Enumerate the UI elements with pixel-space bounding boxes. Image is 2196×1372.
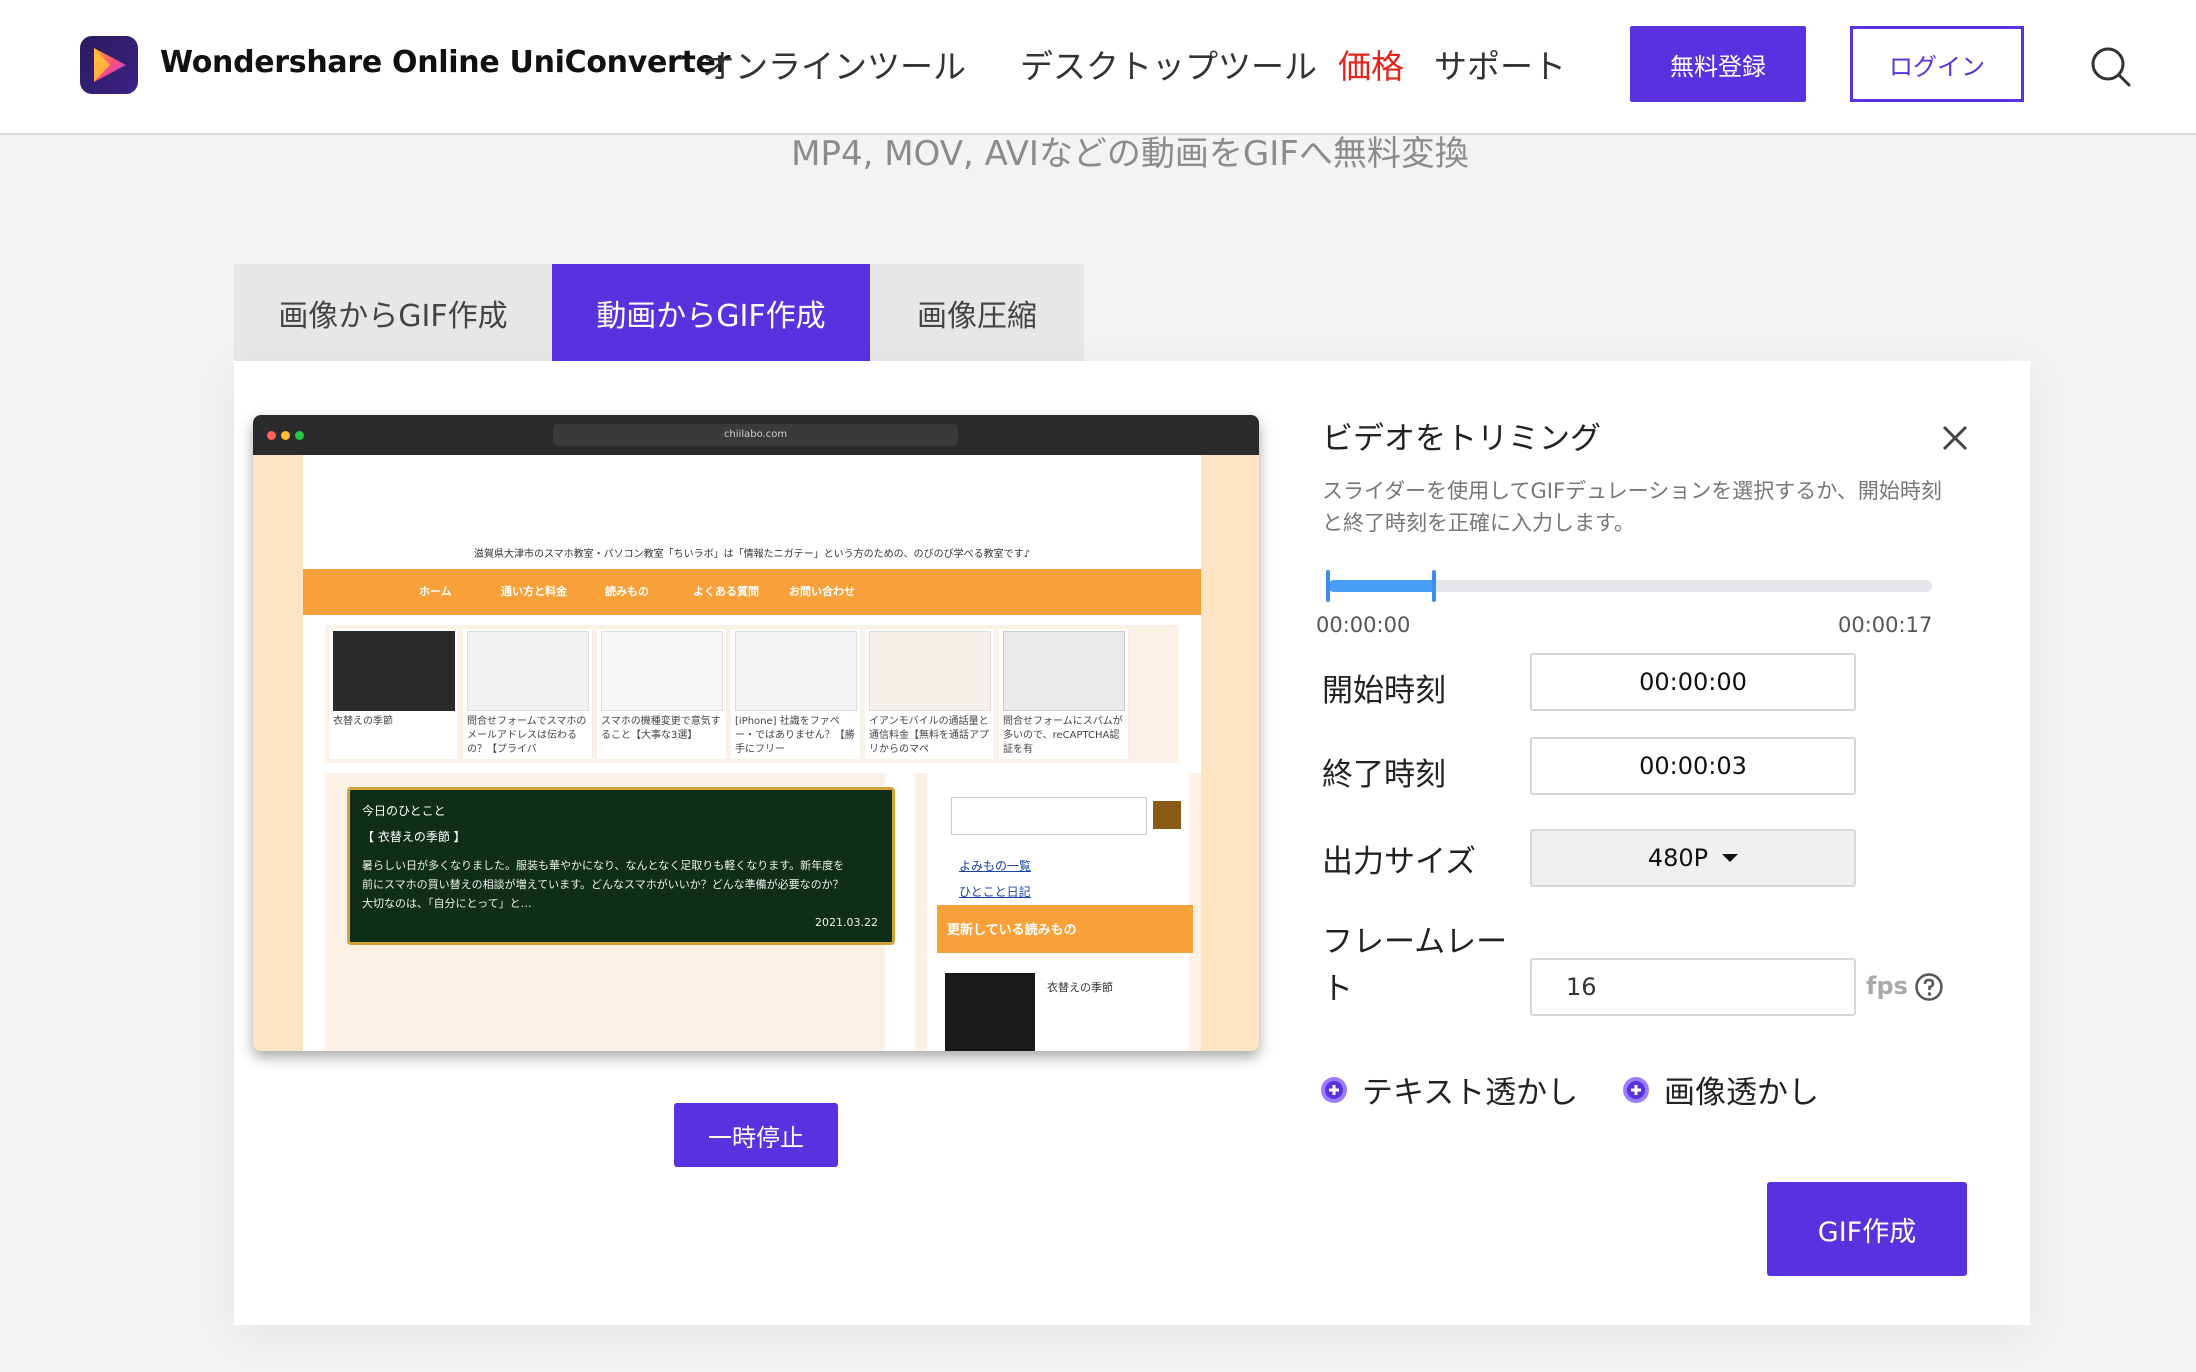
- register-button[interactable]: 無料登録: [1630, 26, 1806, 102]
- site-nav-item: よくある質問: [693, 585, 759, 598]
- nav-online-tools[interactable]: オンラインツール: [702, 40, 966, 88]
- chevron-down-icon: [1722, 854, 1739, 862]
- site-search-box: [951, 797, 1147, 835]
- top-header: Wondershare Online UniConverter オンラインツール…: [0, 0, 2196, 135]
- site-nav-item: お問い合わせ: [789, 585, 855, 598]
- text-watermark-label: テキスト透かし: [1362, 1075, 1579, 1111]
- site-thumb: [iPhone] 社識をファペー・ではありません？【勝手にフリー: [731, 629, 861, 759]
- site-sidebar: よみもの一覧 ひとこと日記 更新している読みもの 衣替えの季節: [915, 773, 1201, 1051]
- site-nav-item: 通い方と料金: [501, 585, 567, 598]
- site-link: ひとこと日記: [959, 885, 1031, 899]
- uniconverter-logo-icon[interactable]: [80, 36, 138, 94]
- start-time-label: 開始時刻: [1322, 673, 1446, 709]
- tab-image-compress[interactable]: 画像圧縮: [870, 264, 1084, 361]
- range-start-time: 00:00:00: [1316, 613, 1411, 637]
- login-button[interactable]: ログイン: [1850, 26, 2024, 102]
- site-nav-item: 読みもの: [605, 585, 649, 598]
- site-thumb-carousel: 衣替えの季節 問合せフォームでスマホのメールアドレスは伝わるの？【プライバ スマ…: [325, 625, 1179, 763]
- recorded-browser-bar: chiilabo.com: [253, 415, 1259, 455]
- site-thumb: 問合せフォームにスパムが多いので、reCAPTCHA認証を有: [999, 629, 1129, 759]
- range-end-time: 00:00:17: [1838, 613, 1933, 637]
- close-dot-icon: [267, 431, 276, 440]
- pause-button[interactable]: 一時停止: [674, 1103, 838, 1167]
- site-nav-item: ホーム: [419, 585, 452, 598]
- page-subtitle: MP4, MOV, AVIなどの動画をGIFへ無料変換: [791, 134, 1469, 174]
- text-watermark-button[interactable]: テキスト透かし: [1320, 1067, 1578, 1112]
- end-time-input[interactable]: 00:00:03: [1530, 737, 1856, 795]
- site-nav-bar: ホーム 通い方と料金 読みもの よくある質問 お問い合わせ: [303, 569, 1201, 615]
- brand-name[interactable]: Wondershare Online UniConverter: [160, 45, 730, 80]
- site-thumb: スマホの機種変更で意気すること【大事な3選】: [597, 629, 727, 759]
- help-icon[interactable]: [1914, 972, 1944, 1002]
- end-time-label: 終了時刻: [1322, 757, 1446, 793]
- output-size-label: 出力サイズ: [1322, 844, 1477, 880]
- site-daily-board: 今日のひとこと 【 衣替えの季節 】 暑らしい日が多くなりました。服装も華やかに…: [325, 773, 895, 1051]
- start-time-input[interactable]: 00:00:00: [1530, 653, 1856, 711]
- tab-video-to-gif[interactable]: 動画からGIF作成: [552, 264, 870, 361]
- nav-price[interactable]: 価格: [1338, 40, 1404, 88]
- frame-rate-label: フレームレー: [1322, 924, 1508, 960]
- minimize-dot-icon: [281, 431, 290, 440]
- converter-card: chiilabo.com 滋賀県大津市のスマホ教室・パソコン教室「ちいラボ」は「…: [234, 361, 2030, 1325]
- recorded-url: chiilabo.com: [553, 424, 958, 446]
- close-icon[interactable]: [1940, 423, 1970, 453]
- frame-rate-input[interactable]: 16: [1530, 958, 1856, 1016]
- trim-start-handle[interactable]: [1326, 570, 1330, 602]
- tool-tabs: 画像からGIF作成 動画からGIF作成 画像圧縮: [234, 264, 1084, 361]
- trim-slider[interactable]: [1326, 570, 1932, 602]
- nav-support[interactable]: サポート: [1434, 40, 1566, 88]
- frame-rate-label-cont: ト: [1322, 971, 1353, 1007]
- tab-image-to-gif[interactable]: 画像からGIF作成: [234, 264, 552, 361]
- site-search-icon: [1153, 801, 1181, 829]
- output-size-value: 480P: [1647, 844, 1709, 872]
- site-thumb: 衣替えの季節: [329, 629, 459, 759]
- site-link: よみもの一覧: [959, 859, 1032, 873]
- maximize-dot-icon: [295, 431, 304, 440]
- recorded-website: 滋賀県大津市のスマホ教室・パソコン教室「ちいラボ」は「情報たニガテー」という方の…: [253, 455, 1259, 1051]
- fps-unit: fps: [1866, 972, 1908, 1000]
- plus-circle-icon: [1623, 1076, 1649, 1103]
- image-watermark-label: 画像透かし: [1664, 1075, 1819, 1111]
- trim-end-handle[interactable]: [1432, 570, 1436, 602]
- nav-desktop-tools[interactable]: デスクトップツール: [1020, 40, 1317, 88]
- video-preview[interactable]: chiilabo.com 滋賀県大津市のスマホ教室・パソコン教室「ちいラボ」は「…: [253, 415, 1259, 1051]
- plus-circle-icon: [1321, 1076, 1347, 1103]
- site-thumb: イアンモバイルの通話量と通信料金【無料を通話アプリからのマペ: [865, 629, 995, 759]
- trim-description: スライダーを使用してGIFデュレーションを選択するか、開始時刻と終了時刻を正確に…: [1322, 479, 1942, 535]
- site-side-heading: 更新している読みもの: [937, 905, 1193, 953]
- site-thumb: 問合せフォームでスマホのメールアドレスは伝わるの？【プライバ: [463, 629, 593, 759]
- create-gif-button[interactable]: GIF作成: [1767, 1182, 1967, 1276]
- search-icon[interactable]: [2090, 46, 2132, 88]
- trim-slider-selection: [1328, 580, 1434, 592]
- output-size-select[interactable]: 480P: [1530, 829, 1856, 887]
- image-watermark-button[interactable]: 画像透かし: [1622, 1067, 1819, 1112]
- site-tagline: 滋賀県大津市のスマホ教室・パソコン教室「ちいラボ」は「情報たニガテー」という方の…: [473, 549, 1031, 560]
- trim-title: ビデオをトリミング: [1322, 421, 1601, 457]
